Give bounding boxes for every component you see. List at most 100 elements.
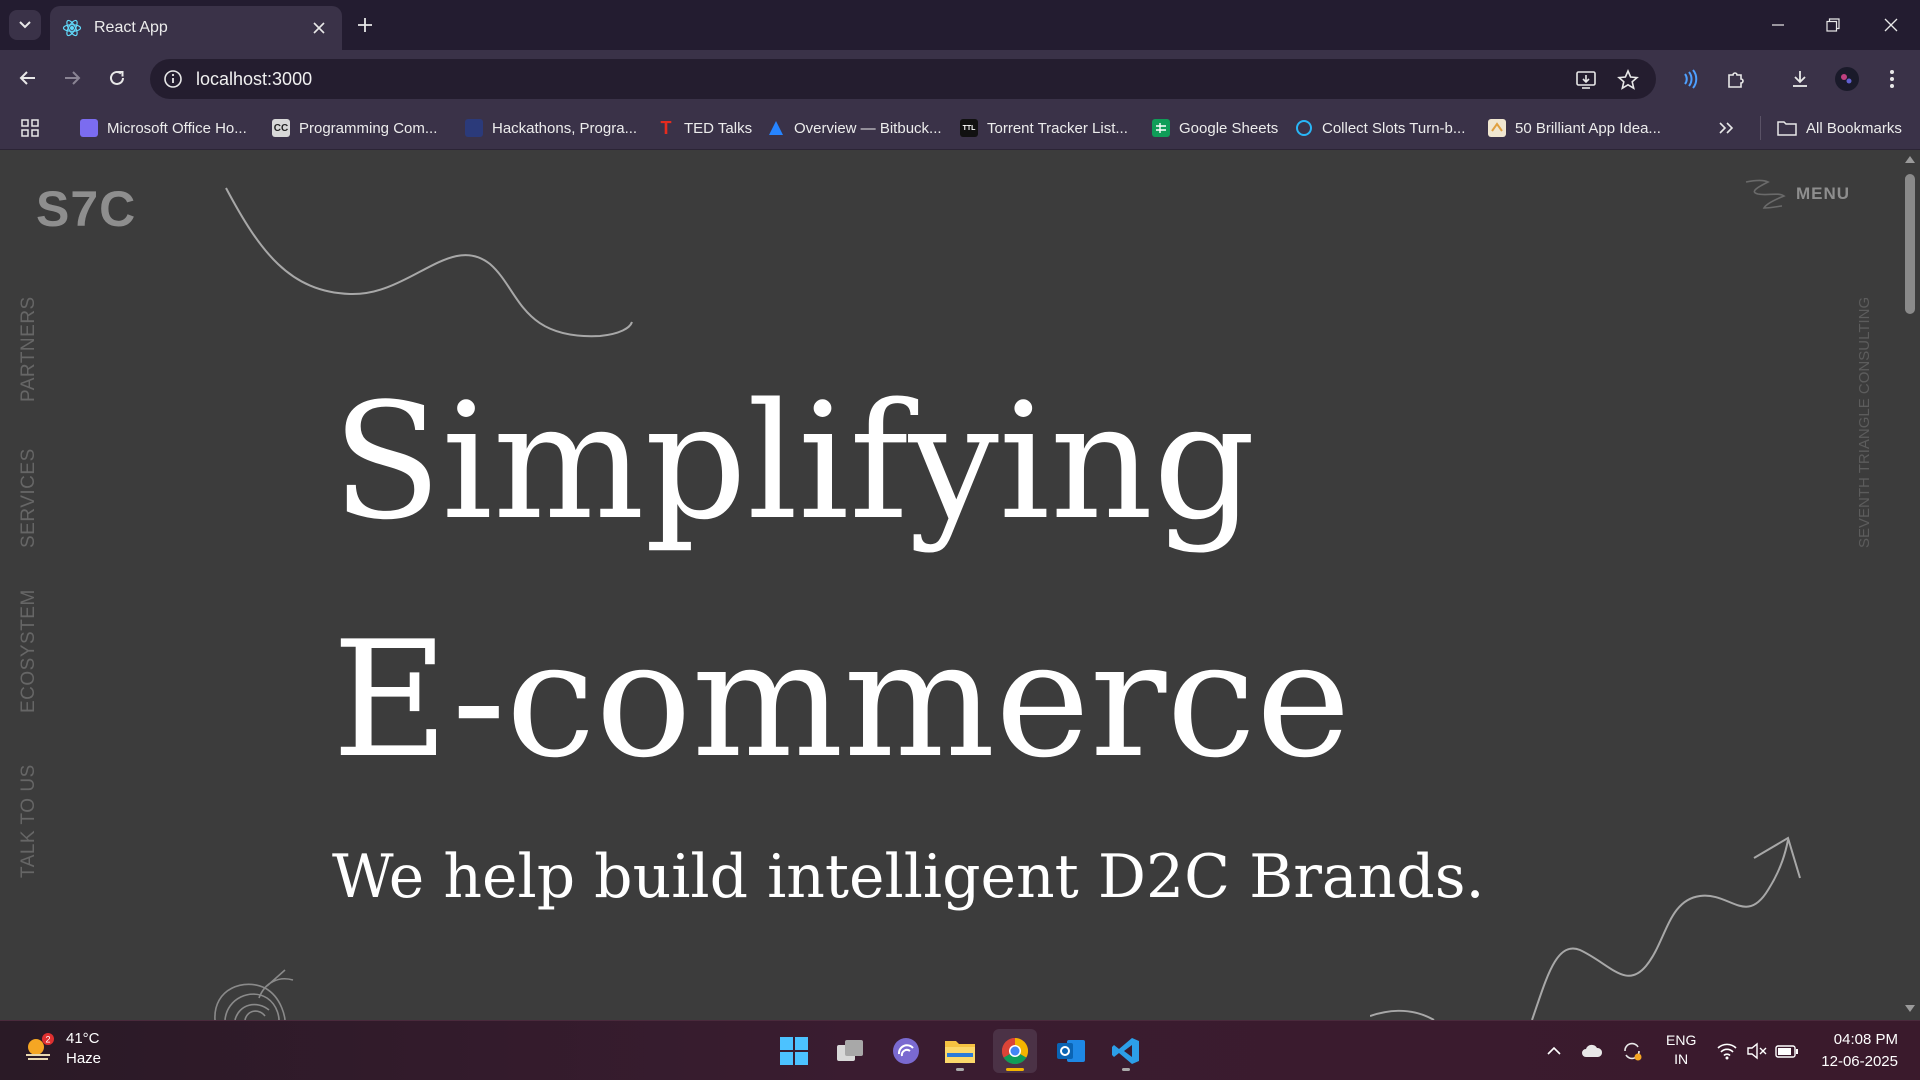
side-nav-talk-to-us[interactable]: TALK TO US	[18, 764, 40, 878]
address-bar[interactable]: localhost:3000	[150, 59, 1656, 99]
folder-icon	[1777, 121, 1797, 136]
taskbar-app-outlook[interactable]	[1049, 1029, 1093, 1073]
tab-search-button[interactable]	[9, 10, 41, 40]
apps-grid-icon[interactable]	[20, 116, 40, 140]
sync-icon[interactable]	[1620, 1039, 1644, 1063]
browser-toolbar: localhost:3000	[0, 50, 1920, 106]
scroll-up-icon[interactable]	[1904, 154, 1916, 164]
start-button[interactable]	[772, 1029, 816, 1073]
bookmark-ted[interactable]: T TED Talks	[657, 116, 753, 140]
chevron-down-icon	[19, 21, 31, 29]
back-button[interactable]	[12, 62, 44, 94]
bookmark-label: Hackathons, Progra...	[492, 119, 638, 137]
all-bookmarks-label: All Bookmarks	[1806, 119, 1902, 137]
minimize-icon	[1772, 24, 1784, 26]
volume-muted-icon[interactable]	[1745, 1039, 1769, 1063]
language-indicator[interactable]: ENG IN	[1666, 1031, 1696, 1069]
onedrive-cloud-icon[interactable]	[1580, 1039, 1604, 1063]
side-nav-services[interactable]: SERVICES	[18, 448, 40, 548]
running-indicator	[1122, 1068, 1130, 1071]
reload-button[interactable]	[101, 62, 133, 94]
taskbar-app-vscode[interactable]	[1104, 1029, 1148, 1073]
close-tab-icon[interactable]	[308, 17, 330, 39]
bookmark-label: Google Sheets	[1179, 119, 1279, 137]
minimize-button[interactable]	[1763, 10, 1793, 40]
hero-tagline: We help build intelligent D2C Brands.	[332, 842, 1485, 912]
taskbar-app-browser-purple[interactable]	[884, 1029, 928, 1073]
side-nav-partners[interactable]: PARTNERS	[18, 296, 40, 402]
weather-desc: Haze	[66, 1050, 102, 1067]
decorative-squiggle-top	[225, 187, 633, 338]
forward-button[interactable]	[56, 62, 88, 94]
slots-icon	[1295, 119, 1313, 137]
taskbar-app-chrome[interactable]	[993, 1029, 1037, 1073]
scroll-down-icon[interactable]	[1904, 1004, 1916, 1014]
tab-title: React App	[94, 19, 168, 36]
bookmark-programming[interactable]: CC Programming Com...	[272, 116, 437, 140]
vscode-icon	[1112, 1038, 1139, 1064]
bookmark-label: Collect Slots Turn-b...	[1322, 119, 1466, 137]
bookmark-slots[interactable]: Collect Slots Turn-b...	[1295, 116, 1465, 140]
bookmark-star-icon[interactable]	[1616, 68, 1640, 92]
bookmark-app-ideas[interactable]: 50 Brilliant App Idea...	[1488, 116, 1661, 140]
all-bookmarks-button[interactable]: All Bookmarks	[1760, 116, 1902, 140]
clock-time: 04:08 PM	[1833, 1031, 1898, 1048]
download-icon[interactable]	[1786, 65, 1814, 93]
page-scrollbar[interactable]	[1900, 150, 1920, 1020]
decorative-growth-arrow	[1370, 836, 1801, 1020]
weather-temp: 41°C	[66, 1030, 100, 1047]
bookmark-label: Programming Com...	[299, 119, 438, 137]
hero-heading-line2: E-commerce	[332, 606, 1351, 793]
decorative-scribble-ball	[214, 969, 294, 1020]
wifi-icon[interactable]	[1715, 1039, 1739, 1063]
system-clock[interactable]: 04:08 PM 12-06-2025	[1808, 1029, 1898, 1073]
close-icon	[1884, 18, 1898, 32]
profile-avatar[interactable]	[1833, 65, 1861, 93]
lang-line1: ENG	[1666, 1032, 1697, 1048]
bookmark-torrent[interactable]: TTL Torrent Tracker List...	[960, 116, 1128, 140]
bookmark-sheets[interactable]: Google Sheets	[1152, 116, 1278, 140]
side-nav-ecosystem[interactable]: ECOSYSTEM	[18, 589, 40, 713]
bookmark-label: 50 Brilliant App Idea...	[1515, 119, 1661, 137]
site-logo[interactable]: S7C	[36, 180, 136, 238]
chrome-icon	[1001, 1037, 1029, 1065]
sheets-icon	[1152, 119, 1170, 137]
more-bookmarks-chevron-icon[interactable]	[1718, 116, 1734, 140]
swirl-browser-icon	[893, 1038, 919, 1064]
taskbar-app-file-explorer[interactable]	[938, 1029, 982, 1073]
folder-icon	[945, 1041, 975, 1063]
extensions-icon[interactable]	[1722, 65, 1750, 93]
tab-strip: React App	[0, 0, 1920, 50]
battery-icon[interactable]	[1775, 1039, 1799, 1063]
menu-button[interactable]: MENU	[1742, 176, 1850, 212]
kebab-menu-icon[interactable]	[1878, 65, 1906, 93]
task-view-button[interactable]	[828, 1029, 872, 1073]
close-window-button[interactable]	[1876, 10, 1906, 40]
restore-button[interactable]	[1818, 10, 1848, 40]
show-hidden-icons-chevron-up-icon[interactable]	[1542, 1039, 1566, 1063]
ted-icon: T	[660, 117, 672, 138]
arrow-left-icon	[19, 71, 35, 85]
site-info-icon[interactable]	[162, 68, 184, 90]
idea-icon	[1488, 119, 1506, 137]
running-indicator	[956, 1068, 964, 1071]
weather-widget[interactable]: 2 41°C Haze	[22, 1029, 101, 1069]
url-text[interactable]: localhost:3000	[196, 69, 312, 90]
tab-react-app[interactable]: React App	[50, 6, 342, 50]
windows-logo-icon	[780, 1037, 808, 1065]
task-view-icon	[837, 1040, 863, 1061]
scrollbar-thumb[interactable]	[1905, 174, 1915, 314]
arrow-right-icon	[65, 71, 81, 85]
plus-icon	[358, 18, 372, 32]
react-icon	[62, 19, 82, 37]
restore-icon	[1826, 18, 1840, 32]
install-app-icon[interactable]	[1574, 68, 1598, 92]
bookmark-bitbucket[interactable]: Overview — Bitbuck...	[767, 116, 942, 140]
scribble-menu-icon	[1745, 179, 1786, 209]
office-icon	[80, 119, 98, 137]
media-cast-icon[interactable]	[1676, 65, 1704, 93]
new-tab-button[interactable]	[352, 12, 378, 38]
bookmark-office[interactable]: Microsoft Office Ho...	[80, 116, 247, 140]
reload-icon	[110, 70, 124, 85]
bookmark-hackathons[interactable]: Hackathons, Progra...	[465, 116, 637, 140]
